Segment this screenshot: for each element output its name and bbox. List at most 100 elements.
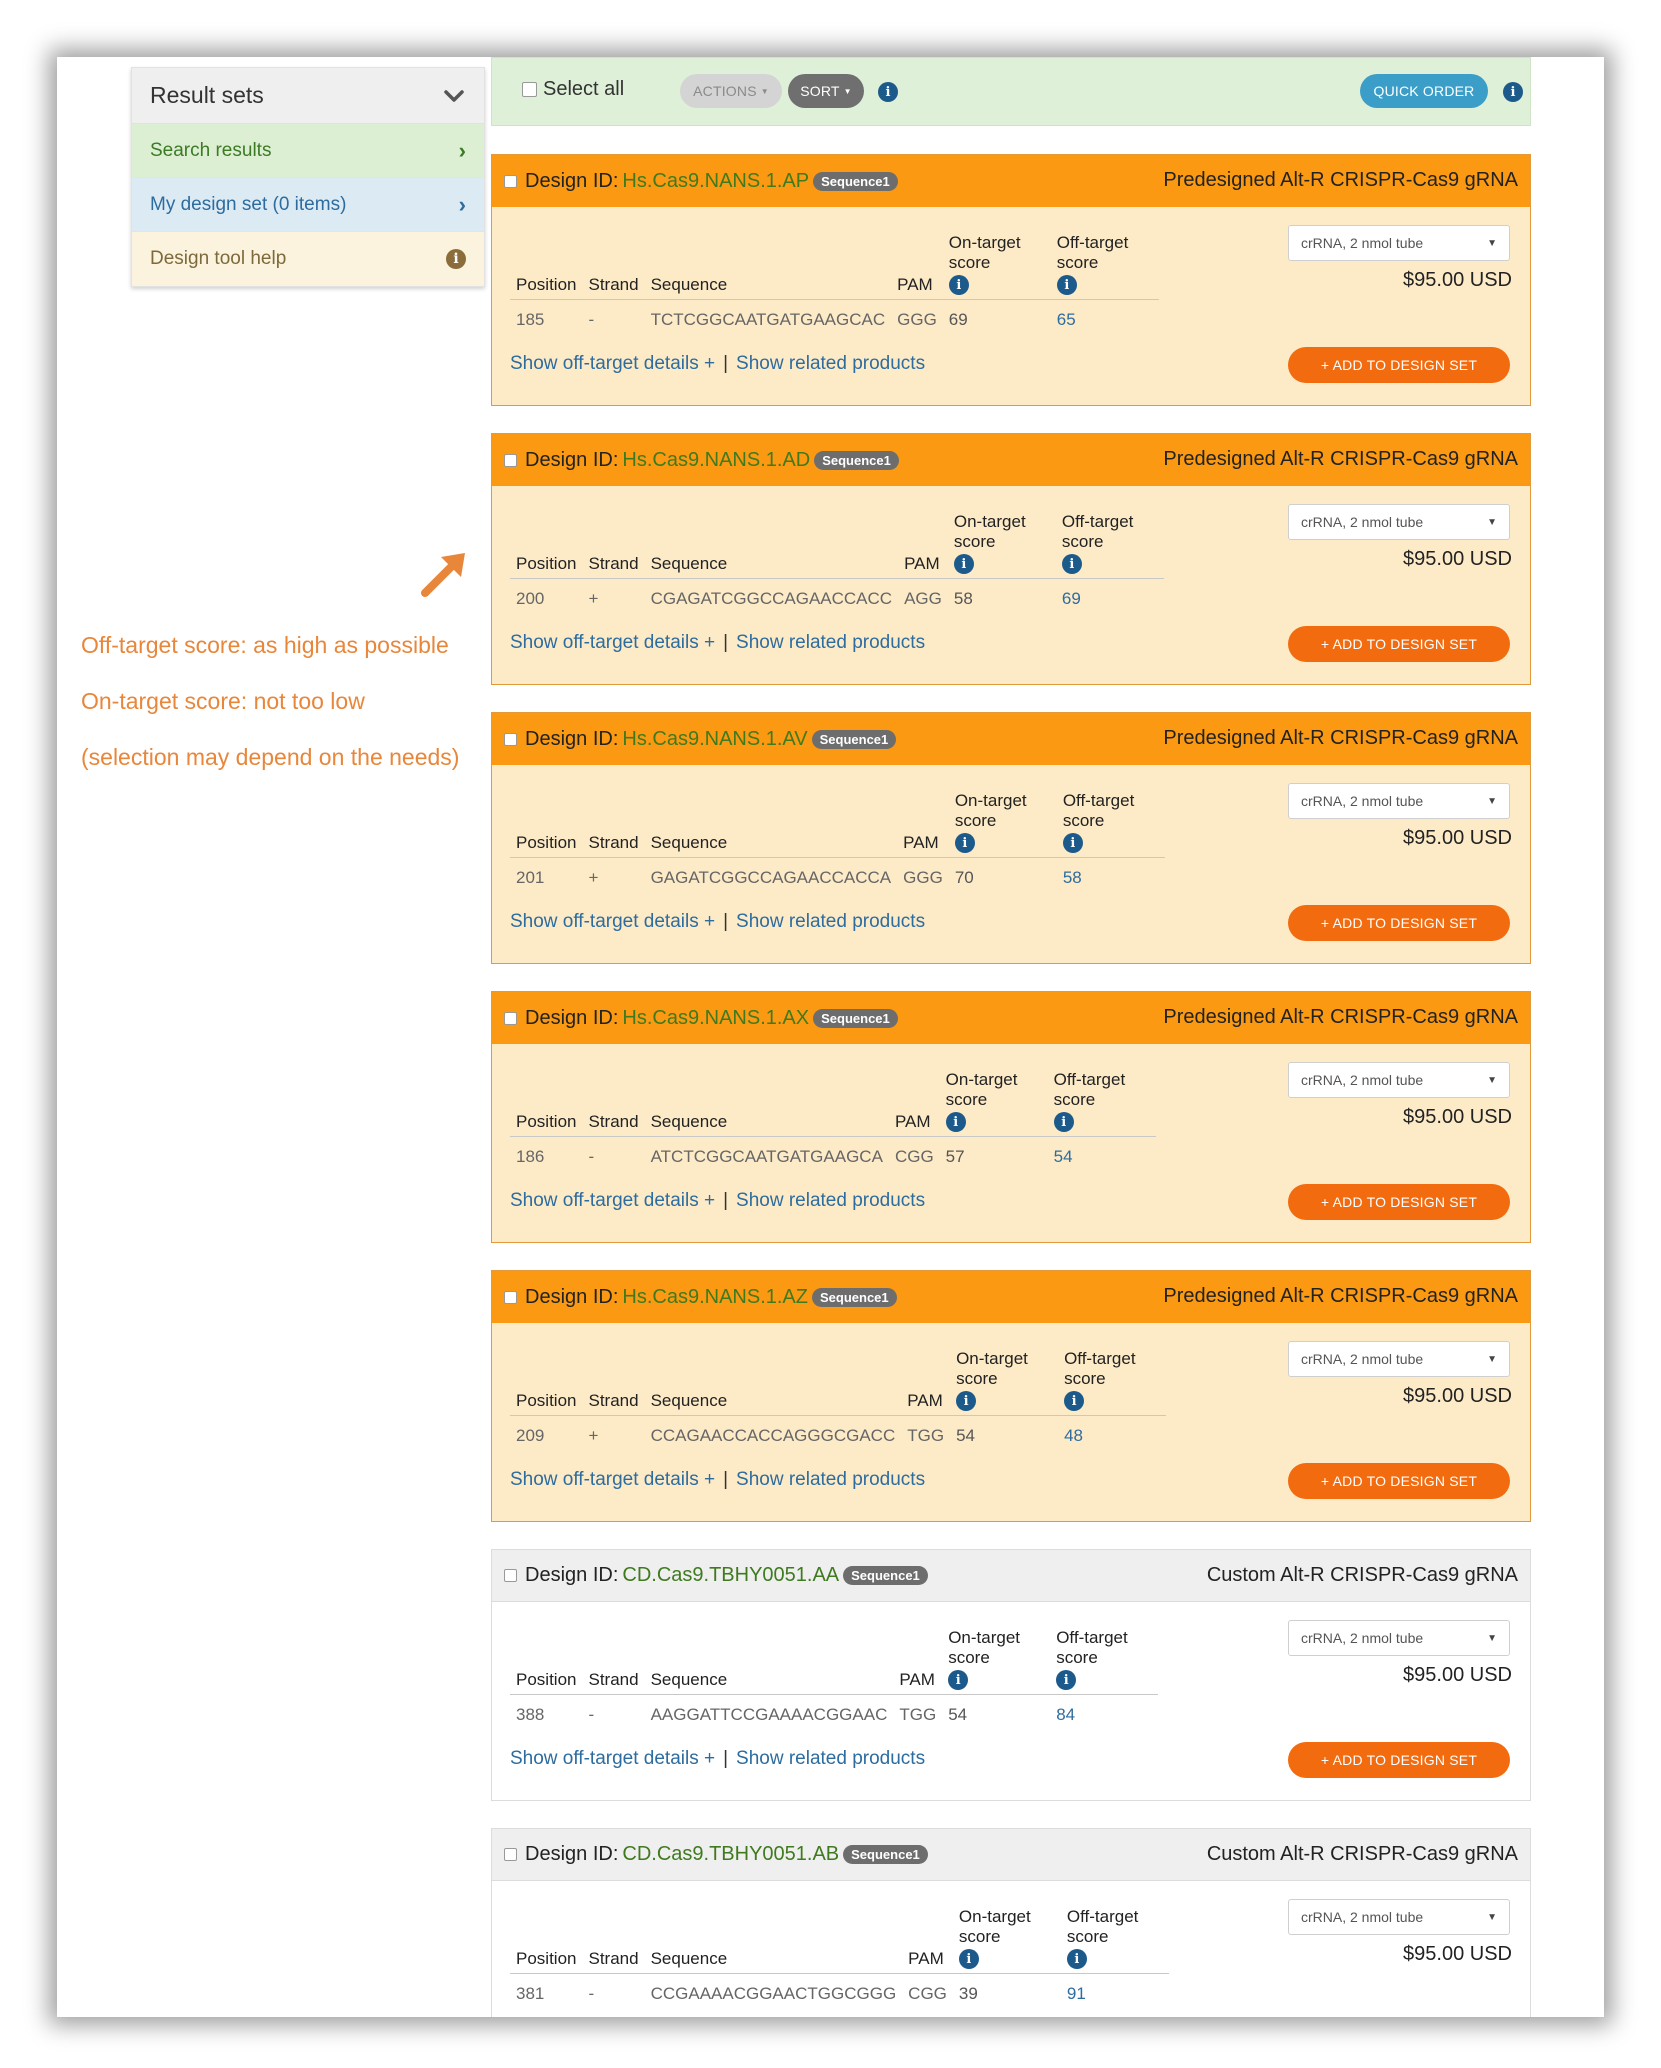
select-value: crRNA, 2 nmol tube [1301,1630,1424,1646]
col-position: Position [510,1066,583,1137]
col-sequence: Sequence [644,1903,903,1974]
info-icon[interactable]: i [954,833,975,853]
design-checkbox[interactable] [504,174,517,188]
info-icon[interactable]: i [1056,1670,1077,1690]
sidebar-item-design-tool-help[interactable]: Design tool help i [132,232,484,286]
col-sequence: Sequence [644,229,892,300]
info-icon[interactable]: i [878,82,898,102]
product-format-select[interactable]: crRNA, 2 nmol tube ▼ [1288,504,1510,540]
info-icon[interactable]: i [1053,1112,1074,1132]
off-target-cell[interactable]: 91 [1061,1974,1169,2015]
caret-down-icon: ▼ [1487,795,1497,807]
design-card-body: Position Strand Sequence PAM On-target s… [492,1602,1530,1800]
design-id-link[interactable]: Hs.Cas9.NANS.1.AP [622,170,809,193]
caret-down-icon: ▼ [1487,237,1497,249]
info-icon[interactable]: i [945,1112,966,1132]
on-target-label: On-target score [948,233,1021,272]
info-icon[interactable]: i [1061,554,1082,574]
add-to-design-set-button[interactable]: + ADD TO DESIGN SET [1288,1742,1510,1778]
design-card: Design ID: Hs.Cas9.NANS.1.AX Sequence1 P… [491,991,1531,1243]
product-format-select[interactable]: crRNA, 2 nmol tube ▼ [1288,1062,1510,1098]
product-format-select[interactable]: crRNA, 2 nmol tube ▼ [1288,1341,1510,1377]
show-related-products-link[interactable]: Show related products [736,911,925,933]
col-position: Position [510,1345,583,1416]
design-checkbox[interactable] [504,1848,517,1861]
design-checkbox[interactable] [504,732,517,746]
quick-order-button[interactable]: QUICK ORDER [1360,74,1488,108]
design-checkbox[interactable] [504,1290,517,1304]
design-id-link[interactable]: CD.Cas9.TBHY0051.AB [622,1843,839,1866]
info-icon[interactable]: i [958,1949,979,1969]
info-icon[interactable]: i [1503,82,1523,102]
info-icon[interactable]: i [948,1670,969,1690]
table-row: 200 + CGAGATCGGCCAGAACCACC AGG 58 69 [510,579,1164,620]
sidebar-item-my-design-set[interactable]: My design set (0 items) › [132,178,484,232]
quick-order-label: QUICK ORDER [1373,83,1475,99]
product-format-select[interactable]: crRNA, 2 nmol tube ▼ [1288,225,1510,261]
product-format-select[interactable]: crRNA, 2 nmol tube ▼ [1288,1620,1510,1656]
off-target-cell[interactable]: 58 [1057,858,1165,899]
off-target-cell[interactable]: 54 [1048,1137,1156,1178]
select-value: crRNA, 2 nmol tube [1301,514,1424,530]
show-related-products-link[interactable]: Show related products [736,353,925,375]
position-cell: 201 [516,868,545,887]
off-target-cell[interactable]: 48 [1058,1416,1166,1457]
result-sets-header[interactable]: Result sets [132,68,484,124]
design-id-link[interactable]: Hs.Cas9.NANS.1.AV [622,728,807,751]
product-title: Predesigned Alt-R CRISPR-Cas9 gRNA [1163,169,1518,191]
design-id-link[interactable]: Hs.Cas9.NANS.1.AZ [622,1286,808,1309]
design-id-link[interactable]: Hs.Cas9.NANS.1.AX [622,1007,809,1030]
design-checkbox[interactable] [504,1569,517,1582]
sequence-cell: CGAGATCGGCCAGAACCACC [650,589,893,608]
design-id-link[interactable]: Hs.Cas9.NANS.1.AD [622,449,810,472]
show-related-products-link[interactable]: Show related products [736,632,925,654]
position-cell: 185 [516,310,545,329]
info-icon[interactable]: i [1062,833,1083,853]
show-related-products-link[interactable]: Show related products [736,1190,925,1212]
show-related-products-link[interactable]: Show related products [736,1748,925,1770]
add-to-design-set-button[interactable]: + ADD TO DESIGN SET [1288,905,1510,941]
info-icon[interactable]: i [1064,1391,1085,1411]
design-id-label: Design ID: [525,1843,619,1865]
add-to-design-set-button[interactable]: + ADD TO DESIGN SET [1288,347,1510,383]
off-target-cell[interactable]: 65 [1051,300,1159,341]
add-to-design-set-button[interactable]: + ADD TO DESIGN SET [1288,626,1510,662]
design-table: Position Strand Sequence PAM On-target s… [510,508,1164,619]
card-links: Show off-target details + | Show related… [510,1469,925,1491]
pam-cell: TGG [907,1426,945,1445]
sidebar-item-search-results[interactable]: Search results › [132,124,484,178]
design-checkbox[interactable] [504,453,517,467]
col-on-target: On-target score i [942,229,1051,300]
add-to-design-set-button[interactable]: + ADD TO DESIGN SET [1288,1463,1510,1499]
show-off-target-link[interactable]: Show off-target details + [510,1469,715,1491]
off-target-cell[interactable]: 84 [1050,1695,1158,1736]
show-related-products-link[interactable]: Show related products [736,1469,925,1491]
actions-dropdown[interactable]: ACTIONS ▼ [680,74,782,108]
select-all-checkbox[interactable]: Select all [522,78,624,101]
result-sets-panel: Result sets Search results › My design s… [131,67,485,287]
show-off-target-link[interactable]: Show off-target details + [510,1748,715,1770]
product-format-select[interactable]: crRNA, 2 nmol tube ▼ [1288,1899,1510,1935]
show-off-target-link[interactable]: Show off-target details + [510,632,715,654]
strand-cell: - [588,310,595,329]
design-card-body: Position Strand Sequence PAM On-target s… [492,1881,1530,2017]
info-icon[interactable]: i [1066,1949,1087,1969]
show-off-target-link[interactable]: Show off-target details + [510,353,715,375]
card-links: Show off-target details + | Show related… [510,353,925,375]
info-icon[interactable]: i [956,1391,977,1411]
info-icon[interactable]: i [953,554,974,574]
design-card-body: Position Strand Sequence PAM On-target s… [492,1323,1530,1521]
design-checkbox[interactable] [504,1011,517,1025]
product-format-select[interactable]: crRNA, 2 nmol tube ▼ [1288,783,1510,819]
show-off-target-link[interactable]: Show off-target details + [510,911,715,933]
strand-cell: + [588,868,599,887]
sort-dropdown[interactable]: SORT ▼ [788,74,864,108]
off-target-cell[interactable]: 69 [1056,579,1164,620]
design-id-link[interactable]: CD.Cas9.TBHY0051.AA [622,1564,839,1587]
info-icon[interactable]: i [948,275,969,295]
show-off-target-link[interactable]: Show off-target details + [510,1190,715,1212]
add-to-design-set-button[interactable]: + ADD TO DESIGN SET [1288,1184,1510,1220]
info-icon[interactable]: i [1056,275,1077,295]
on-target-cell: 39 [958,1984,978,2003]
checkbox-icon[interactable] [522,82,537,97]
